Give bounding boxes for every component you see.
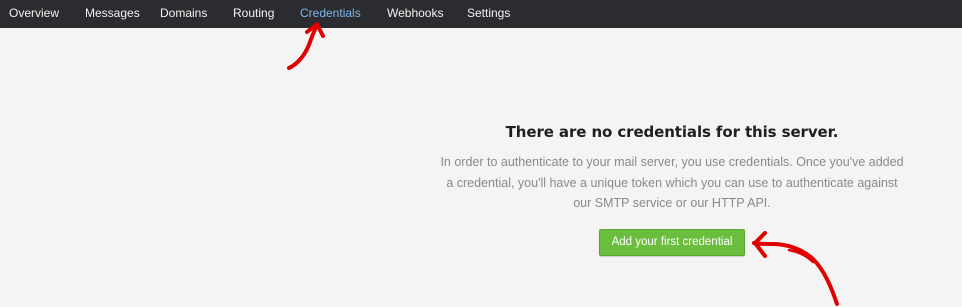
page: Overview Messages Domains Routing Creden… <box>0 0 962 307</box>
nav-tab-routing[interactable]: Routing <box>233 0 274 28</box>
nav-tab-messages[interactable]: Messages <box>85 0 140 28</box>
nav-tab-webhooks[interactable]: Webhooks <box>387 0 443 28</box>
nav-tab-settings[interactable]: Settings <box>467 0 510 28</box>
nav-tab-domains[interactable]: Domains <box>160 0 207 28</box>
empty-state-title: There are no credentials for this server… <box>505 123 839 141</box>
red-arrow-pointing-to-add-credential-button <box>752 231 839 306</box>
top-navigation: Overview Messages Domains Routing Creden… <box>0 0 962 28</box>
empty-state: There are no credentials for this server… <box>440 118 904 214</box>
red-arrow-pointing-to-credentials-tab <box>287 22 325 70</box>
empty-state-description: In order to authenticate to your mail se… <box>440 155 904 210</box>
nav-tab-credentials[interactable]: Credentials <box>300 0 361 28</box>
nav-tab-overview[interactable]: Overview <box>9 0 59 28</box>
add-first-credential-button[interactable]: Add your first credential <box>599 229 745 256</box>
